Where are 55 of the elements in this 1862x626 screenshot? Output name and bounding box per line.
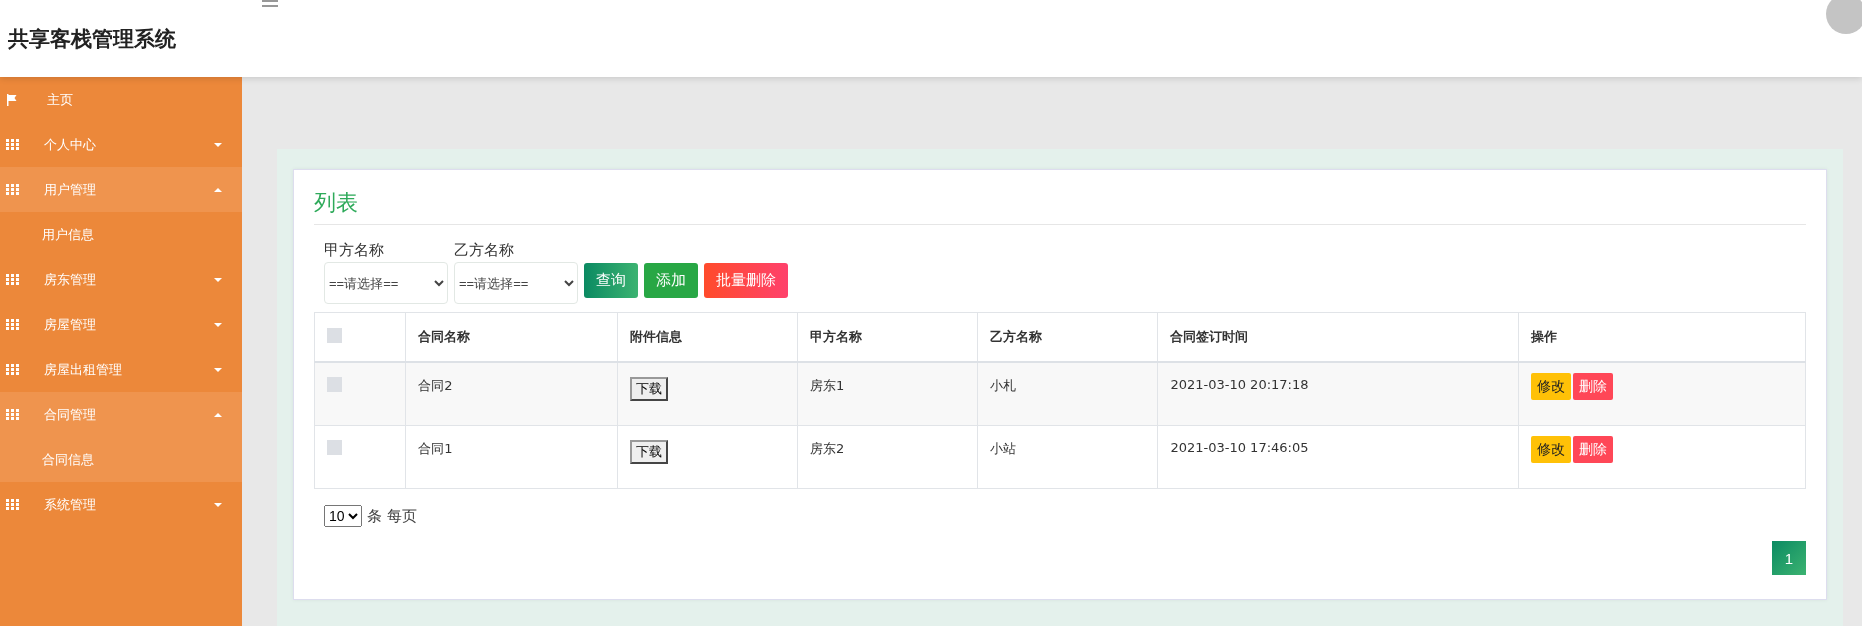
- checkbox[interactable]: [327, 328, 342, 343]
- table-cell: 房东2: [810, 441, 845, 456]
- sidebar-item[interactable]: 用户管理: [0, 167, 242, 212]
- table-cell: 2021-03-10 17:46:05: [1170, 440, 1309, 455]
- edit-button[interactable]: 修改: [1530, 373, 1571, 400]
- sidebar-item[interactable]: 个人中心: [0, 122, 242, 167]
- delete-button[interactable]: 批量删除: [704, 263, 788, 298]
- table-cell: 小站: [990, 441, 1017, 456]
- grid-icon: [6, 499, 19, 510]
- download-button[interactable]: 下载: [629, 377, 668, 401]
- sidebar-subitem[interactable]: 合同信息: [0, 437, 242, 482]
- sidebar-subitem[interactable]: 用户信息: [0, 212, 242, 257]
- table-cell: 合同2: [418, 378, 453, 393]
- table-cell: 小札: [990, 378, 1017, 393]
- column-header: 乙方名称: [990, 329, 1043, 344]
- page-size-label: 条 每页: [367, 506, 417, 526]
- menu-icon[interactable]: [262, 0, 278, 7]
- table-cell: 合同1: [418, 441, 453, 456]
- filter-label: 乙方名称: [454, 241, 515, 260]
- app-title: 共享客栈管理系统: [8, 25, 176, 53]
- filter-select[interactable]: ==请选择==: [324, 262, 448, 304]
- column-header: 合同名称: [418, 329, 471, 344]
- column-header: 甲方名称: [810, 329, 863, 344]
- grid-icon: [6, 319, 19, 330]
- sidebar-item[interactable]: 房屋出租管理: [0, 347, 242, 392]
- delete-button[interactable]: 删除: [1572, 373, 1613, 400]
- search-button[interactable]: 查询: [584, 263, 638, 298]
- sidebar-item[interactable]: 房东管理: [0, 257, 242, 302]
- table-cell: 房东1: [810, 378, 845, 393]
- delete-button[interactable]: 删除: [1572, 436, 1613, 463]
- add-button[interactable]: 添加: [644, 263, 698, 298]
- column-header: 附件信息: [629, 329, 682, 344]
- sidebar-item[interactable]: 房屋管理: [0, 302, 242, 347]
- filter-label: 甲方名称: [324, 241, 385, 260]
- column-header: 操作: [1530, 329, 1557, 344]
- page-size-select[interactable]: 10: [324, 505, 362, 527]
- avatar-placeholder[interactable]: [1826, 0, 1862, 34]
- download-button[interactable]: 下载: [629, 440, 668, 464]
- sidebar-item[interactable]: 系统管理: [0, 482, 242, 527]
- flag-icon: [6, 93, 18, 106]
- table-cell: 2021-03-10 20:17:18: [1170, 377, 1309, 392]
- sidebar-item[interactable]: 合同管理: [0, 392, 242, 437]
- checkbox[interactable]: [327, 440, 342, 455]
- checkbox[interactable]: [327, 377, 342, 392]
- edit-button[interactable]: 修改: [1530, 436, 1571, 463]
- grid-icon: [6, 274, 19, 285]
- grid-icon: [6, 184, 19, 195]
- column-header: 合同签订时间: [1170, 329, 1249, 344]
- grid-icon: [6, 409, 19, 420]
- grid-icon: [6, 364, 19, 375]
- card-title: 列表: [314, 184, 1806, 225]
- sidebar-item[interactable]: 主页: [0, 77, 242, 122]
- page-button[interactable]: 1: [1772, 541, 1806, 575]
- grid-icon: [6, 139, 19, 150]
- filter-select[interactable]: ==请选择==: [454, 262, 578, 304]
